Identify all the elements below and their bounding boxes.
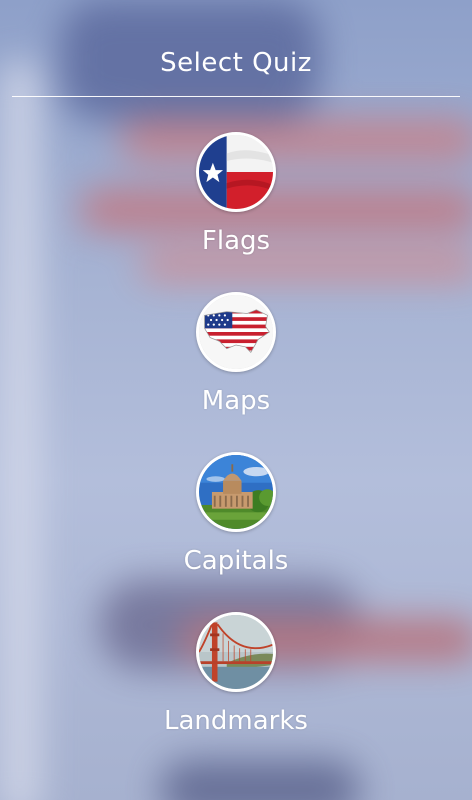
quiz-label-landmarks: Landmarks	[164, 706, 308, 736]
page-title: Select Quiz	[160, 48, 312, 78]
quiz-label-maps: Maps	[201, 386, 271, 416]
usa-map-icon[interactable]	[196, 292, 276, 372]
texas-flag-icon[interactable]	[196, 132, 276, 212]
quiz-item-maps[interactable]: Maps	[0, 292, 472, 442]
capitol-building-icon[interactable]	[196, 452, 276, 532]
quiz-item-landmarks[interactable]: Landmarks	[0, 612, 472, 762]
quiz-item-flags[interactable]: Flags	[0, 132, 472, 282]
quiz-label-flags: Flags	[201, 226, 271, 256]
golden-gate-bridge-icon[interactable]	[196, 612, 276, 692]
quiz-label-capitals: Capitals	[183, 546, 289, 576]
quiz-item-capitals[interactable]: Capitals	[0, 452, 472, 602]
title-divider	[12, 96, 460, 97]
